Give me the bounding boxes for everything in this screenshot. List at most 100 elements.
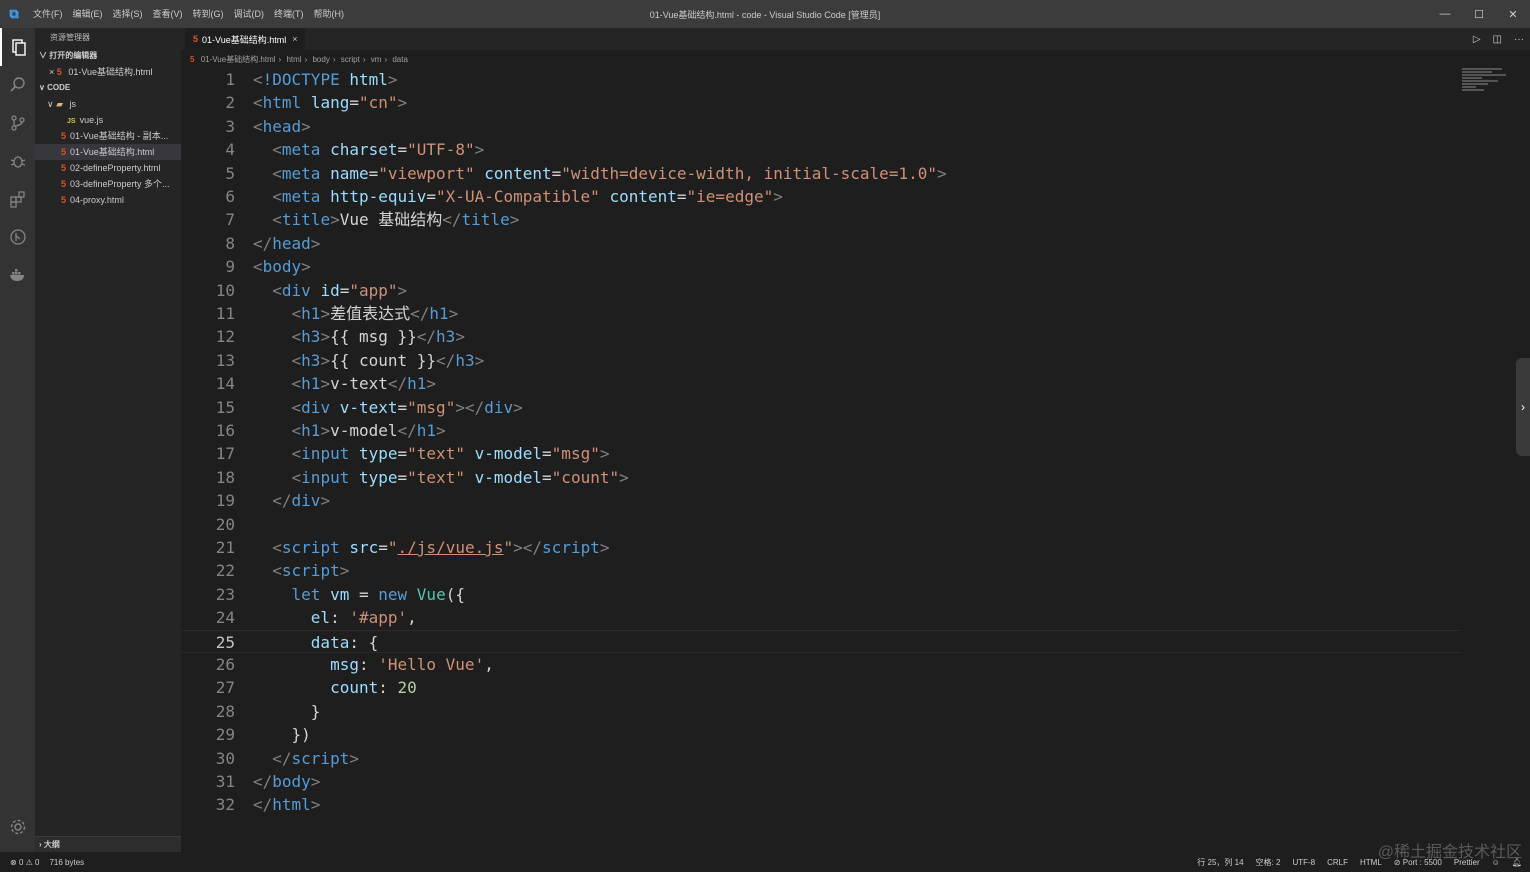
close-icon[interactable]: ✕ bbox=[1496, 0, 1530, 28]
file-item[interactable]: 5 04-proxy.html bbox=[35, 192, 181, 208]
workspace-section[interactable]: ∨ CODE bbox=[35, 80, 181, 96]
code-token: , bbox=[407, 608, 417, 628]
encoding[interactable]: UTF-8 bbox=[1292, 858, 1315, 867]
line-number: 2 bbox=[225, 93, 235, 113]
chevron-right-icon: › bbox=[39, 840, 42, 849]
code-line[interactable]: 3 <head> bbox=[181, 115, 1461, 138]
code-line[interactable]: 1 <!DOCTYPE html> bbox=[181, 68, 1461, 91]
search-icon[interactable] bbox=[0, 66, 35, 104]
source-control-icon[interactable] bbox=[0, 104, 35, 142]
menu-terminal[interactable]: 终端(T) bbox=[269, 0, 309, 28]
file-item[interactable]: 5 02-defineProperty.html bbox=[35, 160, 181, 176]
breadcrumb-item-html[interactable]: html bbox=[286, 55, 301, 64]
code-line[interactable]: 28 } bbox=[181, 700, 1461, 723]
file-item[interactable]: JS vue.js bbox=[35, 112, 181, 128]
code-line[interactable]: 6 <meta http-equiv="X-UA-Compatible" con… bbox=[181, 185, 1461, 208]
menu-go[interactable]: 转到(G) bbox=[188, 0, 229, 28]
code-line[interactable]: 26 msg: 'Hello Vue', bbox=[181, 653, 1461, 676]
indentation[interactable]: 空格: 2 bbox=[1256, 857, 1281, 868]
menu-edit[interactable]: 编辑(E) bbox=[68, 0, 108, 28]
code-line[interactable]: 27 count: 20 bbox=[181, 676, 1461, 699]
line-ending[interactable]: CRLF bbox=[1327, 858, 1348, 867]
git-history-icon[interactable] bbox=[0, 218, 35, 256]
code-line[interactable]: 16 <h1>v-model</h1> bbox=[181, 419, 1461, 442]
menu-help[interactable]: 帮助(H) bbox=[309, 0, 350, 28]
code-line[interactable]: 14 <h1>v-text</h1> bbox=[181, 372, 1461, 395]
code-line[interactable]: 21 <script src="./js/vue.js"></script> bbox=[181, 536, 1461, 559]
code-token: } bbox=[253, 701, 321, 721]
code-token: > bbox=[301, 257, 311, 277]
docker-icon[interactable] bbox=[0, 256, 35, 294]
debug-icon[interactable] bbox=[0, 142, 35, 180]
code-line[interactable]: 22 <script> bbox=[181, 559, 1461, 582]
vscode-logo-icon: ⧉ bbox=[9, 6, 19, 21]
code-token: v-text bbox=[330, 374, 388, 394]
code-line[interactable]: 29 }) bbox=[181, 723, 1461, 746]
code-line[interactable]: 24 el: '#app', bbox=[181, 606, 1461, 629]
menu-file[interactable]: 文件(F) bbox=[28, 0, 68, 28]
code-line[interactable]: 7 <title>Vue 基础结构</title> bbox=[181, 208, 1461, 231]
open-editors-section[interactable]: ∨ 打开的编辑器 bbox=[35, 48, 181, 64]
code-line[interactable]: 8 </head> bbox=[181, 232, 1461, 255]
folder-item-js[interactable]: ∨ ▰ js bbox=[35, 96, 181, 112]
breadcrumb-item-vm[interactable]: vm bbox=[371, 55, 382, 64]
code-line[interactable]: 12 <h3>{{ msg }}</h3> bbox=[181, 325, 1461, 348]
file-item[interactable]: 5 01-Vue基础结构.html bbox=[35, 144, 181, 160]
code-token: : bbox=[378, 678, 398, 698]
code-line[interactable]: 15 <div v-text="msg"></div> bbox=[181, 396, 1461, 419]
cursor-position[interactable]: 行 25，列 14 bbox=[1197, 857, 1243, 868]
code-line[interactable]: 13 <h3>{{ count }}</h3> bbox=[181, 349, 1461, 372]
code-line[interactable]: 20 bbox=[181, 513, 1461, 536]
code-line[interactable]: 23 let vm = new Vue({ bbox=[181, 583, 1461, 606]
code-line[interactable]: 18 <input type="text" v-model="count"> bbox=[181, 466, 1461, 489]
breadcrumb-item-file[interactable]: 01-Vue基础结构.html bbox=[201, 55, 276, 64]
file-item[interactable]: 5 03-defineProperty 多个... bbox=[35, 176, 181, 192]
explorer-icon[interactable] bbox=[0, 28, 35, 66]
code-line[interactable]: 2 <html lang="cn"> bbox=[181, 91, 1461, 114]
tab-close-icon[interactable]: × bbox=[292, 34, 297, 44]
close-icon[interactable]: × bbox=[49, 67, 54, 77]
code-line[interactable]: 11 <h1>差值表达式</h1> bbox=[181, 302, 1461, 325]
panel-toggle-chevron-icon[interactable]: › bbox=[1516, 358, 1530, 456]
maximize-icon[interactable]: ☐ bbox=[1462, 0, 1496, 28]
minimap[interactable] bbox=[1462, 68, 1510, 108]
code-line[interactable]: 10 <div id="app"> bbox=[181, 279, 1461, 302]
code-editor[interactable]: 1 <!DOCTYPE html> 2 <html lang="cn"> 3 <head>… bbox=[181, 68, 1461, 838]
code-line[interactable]: 30 </script> bbox=[181, 747, 1461, 770]
breadcrumb-item-data[interactable]: data bbox=[392, 55, 408, 64]
menu-selection[interactable]: 选择(S) bbox=[108, 0, 148, 28]
html5-file-icon: 5 bbox=[56, 67, 62, 77]
split-editor-icon[interactable]: ◫ bbox=[1493, 34, 1502, 45]
tab-active-file[interactable]: 5 01-Vue基础结构.html × bbox=[185, 28, 306, 50]
breadcrumb-item-script[interactable]: script bbox=[341, 55, 360, 64]
code-token: script bbox=[542, 538, 600, 557]
code-token: > bbox=[455, 327, 465, 347]
code-token: msg bbox=[330, 655, 359, 674]
code-line[interactable]: 25 data: { bbox=[181, 629, 1461, 653]
line-number: 20 bbox=[215, 514, 235, 534]
html5-file-icon: 5 bbox=[190, 55, 195, 64]
code-line[interactable]: 19 </div> bbox=[181, 489, 1461, 512]
code-content: <div id="app"> bbox=[253, 279, 407, 302]
menu-view[interactable]: 查看(V) bbox=[148, 0, 188, 28]
code-token: </ bbox=[253, 233, 273, 253]
settings-gear-icon[interactable] bbox=[0, 808, 35, 846]
code-line[interactable]: 4 <meta charset="UTF-8"> bbox=[181, 138, 1461, 161]
code-token: = bbox=[368, 163, 379, 183]
outline-section[interactable]: › 大纲 bbox=[35, 836, 181, 852]
minimize-icon[interactable]: — bbox=[1428, 0, 1462, 28]
extensions-icon[interactable] bbox=[0, 180, 35, 218]
breadcrumb-item-body[interactable]: body bbox=[312, 55, 329, 64]
menu-debug[interactable]: 调试(D) bbox=[229, 0, 270, 28]
code-line[interactable]: 32 </html> bbox=[181, 793, 1461, 816]
file-item[interactable]: 5 01-Vue基础结构 - 副本... bbox=[35, 128, 181, 144]
run-icon[interactable]: ▷ bbox=[1473, 34, 1481, 45]
code-line[interactable]: 31 </body> bbox=[181, 770, 1461, 793]
code-line[interactable]: 17 <input type="text" v-model="msg"> bbox=[181, 442, 1461, 465]
code-line[interactable]: 5 <meta name="viewport" content="width=d… bbox=[181, 162, 1461, 185]
more-actions-icon[interactable]: ··· bbox=[1514, 34, 1524, 45]
problems-indicator[interactable]: ⊗ 0 ⚠ 0 bbox=[10, 858, 39, 867]
code-line[interactable]: 9 <body> bbox=[181, 255, 1461, 278]
open-editor-item[interactable]: × 5 01-Vue基础结构.html bbox=[35, 64, 181, 80]
